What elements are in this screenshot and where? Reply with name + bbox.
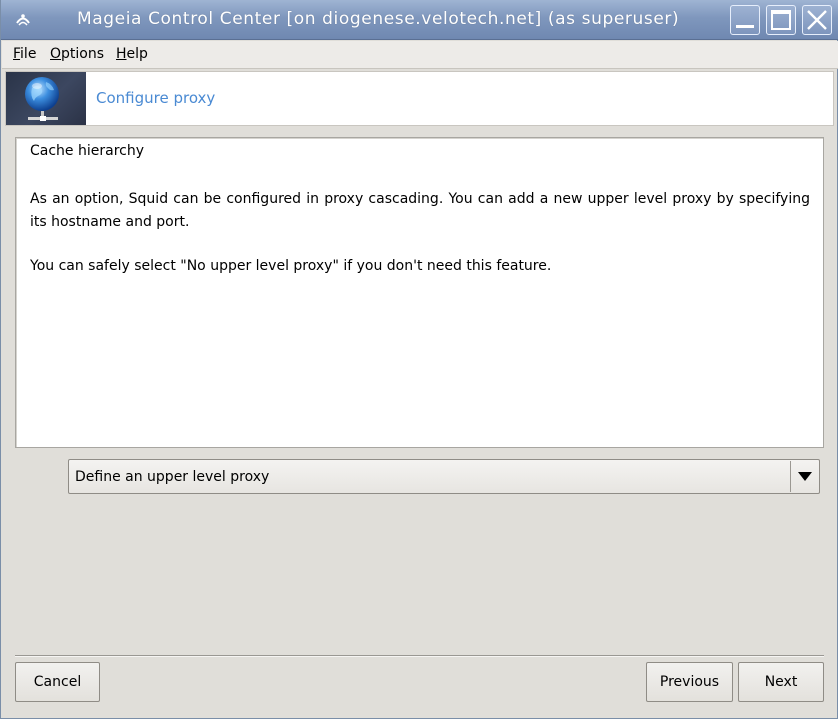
cancel-button[interactable]: Cancel xyxy=(15,662,100,702)
menu-help[interactable]: Help xyxy=(116,46,148,62)
close-button[interactable] xyxy=(802,5,832,35)
maximize-button[interactable] xyxy=(766,5,796,35)
description-text: As an option, Squid can be configured in… xyxy=(30,191,810,230)
previous-button[interactable]: Previous xyxy=(646,662,733,702)
section-heading: Cache hierarchy xyxy=(30,143,145,159)
proxy-option-select[interactable]: Define an upper level proxy xyxy=(68,459,820,494)
menu-options[interactable]: Options xyxy=(50,46,104,62)
page-title: Configure proxy xyxy=(96,89,216,107)
maximize-icon xyxy=(771,10,791,30)
application-window: Mageia Control Center [on diogenese.velo… xyxy=(0,0,838,719)
minimize-button[interactable] xyxy=(730,5,760,35)
menu-bar: File Options Help xyxy=(2,41,838,69)
window-title: Mageia Control Center [on diogenese.velo… xyxy=(77,9,680,29)
info-text-panel: Cache hierarchy As an option, Squid can … xyxy=(15,137,824,448)
globe-network-icon xyxy=(25,77,59,121)
minimize-icon xyxy=(736,25,754,28)
page-banner: Configure proxy xyxy=(5,71,834,126)
banner-logo xyxy=(6,72,86,125)
close-icon xyxy=(807,10,827,30)
proxy-option-value: Define an upper level proxy xyxy=(75,469,270,485)
hint-text: You can safely select "No upper level pr… xyxy=(30,258,552,274)
button-separator xyxy=(15,655,824,657)
menu-file[interactable]: File xyxy=(13,46,36,62)
dropdown-button[interactable] xyxy=(790,461,818,492)
chevron-down-icon xyxy=(798,472,812,481)
title-bar[interactable]: Mageia Control Center [on diogenese.velo… xyxy=(1,0,838,40)
next-button[interactable]: Next xyxy=(738,662,824,702)
mageia-logo-icon[interactable] xyxy=(13,10,33,30)
